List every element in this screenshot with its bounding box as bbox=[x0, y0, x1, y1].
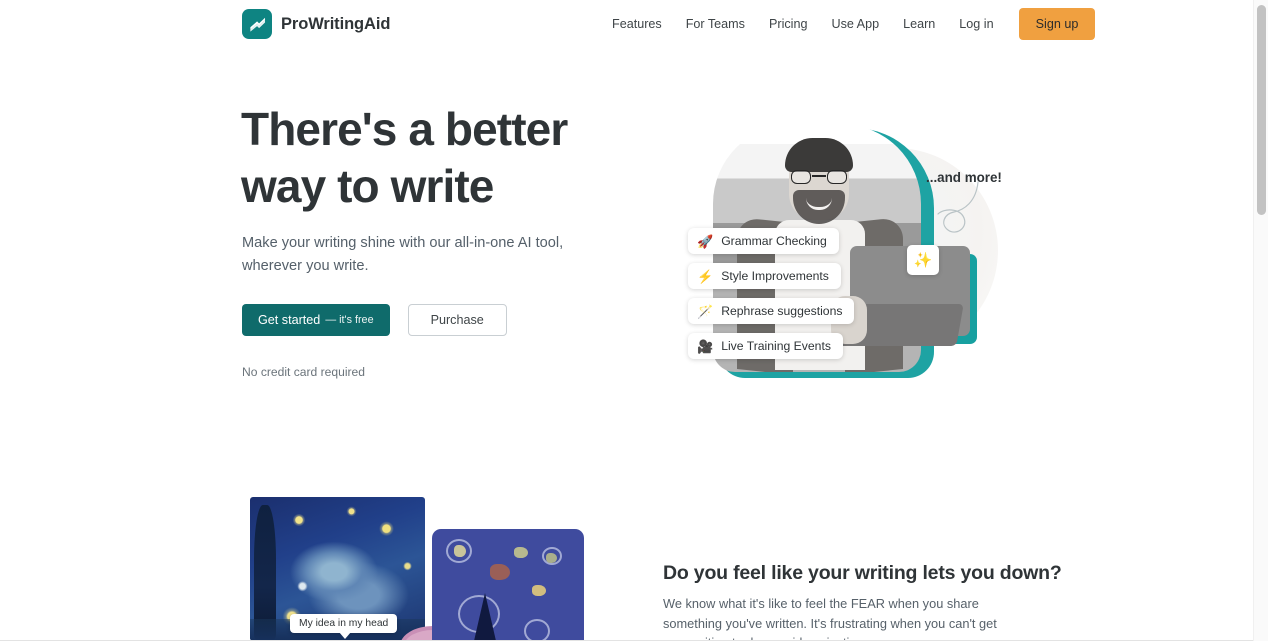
feature-card-style-improvements[interactable]: ⚡ Style Improvements bbox=[688, 263, 841, 289]
feature-card-rephrase-suggestions[interactable]: 🪄 Rephrase suggestions bbox=[688, 298, 855, 324]
main-navigation: Features For Teams Pricing Use App Learn… bbox=[600, 0, 1096, 48]
drawn-star bbox=[532, 585, 546, 596]
get-started-button[interactable]: Get started — it's free bbox=[242, 304, 390, 336]
glasses-icon bbox=[791, 170, 847, 184]
hero-subtitle: Make your writing shine with our all-in-… bbox=[242, 235, 564, 274]
nav-item-features[interactable]: Features bbox=[600, 11, 674, 37]
drawn-cypress-tree bbox=[474, 593, 496, 641]
balloon-string-icon bbox=[937, 181, 979, 233]
purchase-button[interactable]: Purchase bbox=[407, 304, 507, 336]
nav-item-learn[interactable]: Learn bbox=[891, 11, 947, 37]
section-body-text: We know what it's like to feel the FEAR … bbox=[663, 596, 997, 641]
feature-label: Live Training Events bbox=[721, 339, 831, 353]
childlike-drawing-image bbox=[432, 529, 584, 641]
hero-illustration: 🚀 Grammar Checking ⚡ Style Improvements … bbox=[665, 98, 1010, 393]
nav-item-for-teams[interactable]: For Teams bbox=[674, 11, 757, 37]
drawn-star bbox=[514, 547, 528, 558]
get-started-label: Get started bbox=[258, 313, 321, 327]
feature-label: Rephrase suggestions bbox=[721, 304, 843, 318]
lightning-bolt-icon: ⚡ bbox=[697, 268, 714, 284]
feature-label: Grammar Checking bbox=[721, 234, 827, 248]
page-root: ProWritingAid Features For Teams Pricing… bbox=[0, 0, 1268, 641]
video-camera-icon: 🎥 bbox=[697, 338, 714, 354]
feature-card-grammar-checking[interactable]: 🚀 Grammar Checking bbox=[688, 228, 839, 254]
page-title: There's a better way to write bbox=[241, 101, 671, 215]
feature-card-live-training-events[interactable]: 🎥 Live Training Events bbox=[688, 333, 843, 359]
drawn-star bbox=[546, 553, 557, 563]
nav-item-pricing[interactable]: Pricing bbox=[757, 11, 820, 37]
signup-button[interactable]: Sign up bbox=[1018, 8, 1096, 40]
hair bbox=[785, 138, 853, 172]
feature-card-list: 🚀 Grammar Checking ⚡ Style Improvements … bbox=[688, 228, 855, 359]
rocket-icon: 🚀 bbox=[697, 233, 714, 249]
scrollbar-thumb[interactable] bbox=[1257, 5, 1266, 215]
idea-caption-tooltip: My idea in my head bbox=[290, 614, 398, 639]
drawn-swirl bbox=[524, 619, 550, 641]
hero-title-line-2: way to write bbox=[241, 160, 494, 212]
nav-item-log-in[interactable]: Log in bbox=[947, 11, 1005, 37]
hero-cta-row: Get started — it's free Purchase bbox=[242, 304, 507, 336]
drawn-shape bbox=[490, 564, 510, 580]
magic-wand-icon: 🪄 bbox=[697, 303, 714, 319]
site-header: ProWritingAid Features For Teams Pricing… bbox=[0, 0, 1253, 48]
nav-item-use-app[interactable]: Use App bbox=[819, 11, 891, 37]
brand-name: ProWritingAid bbox=[281, 14, 391, 33]
no-credit-card-note: No credit card required bbox=[242, 365, 366, 379]
get-started-free-suffix: — it's free bbox=[325, 314, 374, 326]
hero-title-line-1: There's a better bbox=[241, 103, 568, 155]
drawn-star bbox=[454, 545, 466, 557]
stacked-books-check-icon bbox=[242, 9, 272, 39]
brand-logo-link[interactable]: ProWritingAid bbox=[242, 9, 390, 39]
feature-label: Style Improvements bbox=[721, 269, 829, 283]
page-scrollbar[interactable] bbox=[1253, 0, 1268, 641]
section-title: Do you feel like your writing lets you d… bbox=[663, 562, 1062, 584]
